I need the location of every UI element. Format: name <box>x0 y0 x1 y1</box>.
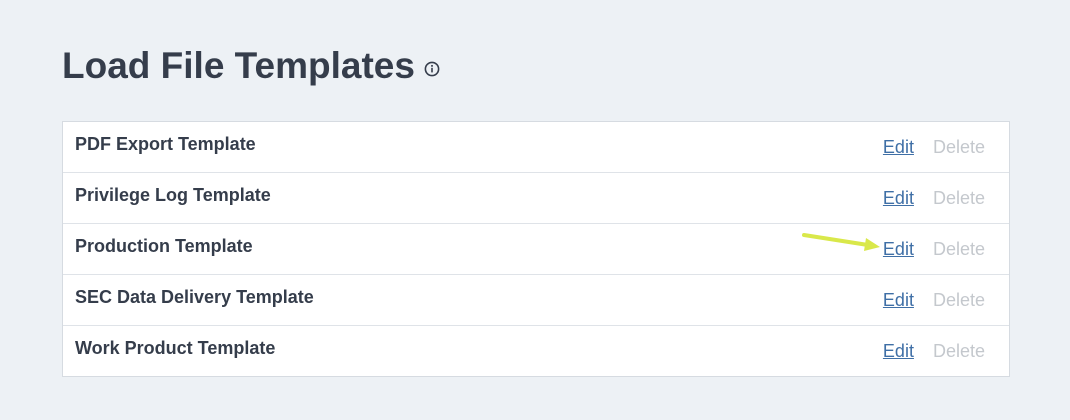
edit-link[interactable]: Edit <box>883 188 914 208</box>
page-title: Load File Templates <box>62 45 415 86</box>
row-actions: Edit Delete <box>883 341 985 362</box>
delete-link: Delete <box>932 137 985 157</box>
delete-link: Delete <box>932 188 985 208</box>
delete-link: Delete <box>932 290 985 310</box>
row-actions: Edit Delete <box>883 137 985 158</box>
table-row: Work Product Template Edit Delete <box>63 326 1009 376</box>
edit-link[interactable]: Edit <box>883 290 914 310</box>
edit-link[interactable]: Edit <box>883 137 914 157</box>
delete-link: Delete <box>932 239 985 259</box>
info-icon[interactable] <box>424 61 440 77</box>
template-name: Work Product Template <box>75 338 276 358</box>
template-name: SEC Data Delivery Template <box>75 287 314 307</box>
row-actions: Edit Delete <box>883 290 985 311</box>
edit-link[interactable]: Edit <box>883 239 914 259</box>
row-actions: Edit Delete <box>883 239 985 260</box>
page-header: Load File Templates <box>62 44 440 88</box>
edit-link[interactable]: Edit <box>883 341 914 361</box>
table-row: Privilege Log Template Edit Delete <box>63 173 1009 224</box>
annotation-arrow-icon <box>802 233 880 251</box>
template-name: Privilege Log Template <box>75 185 271 205</box>
delete-link: Delete <box>932 341 985 361</box>
template-name: PDF Export Template <box>75 134 256 154</box>
table-row: SEC Data Delivery Template Edit Delete <box>63 275 1009 326</box>
template-name: Production Template <box>75 236 253 256</box>
row-actions: Edit Delete <box>883 188 985 209</box>
table-row: PDF Export Template Edit Delete <box>63 122 1009 173</box>
